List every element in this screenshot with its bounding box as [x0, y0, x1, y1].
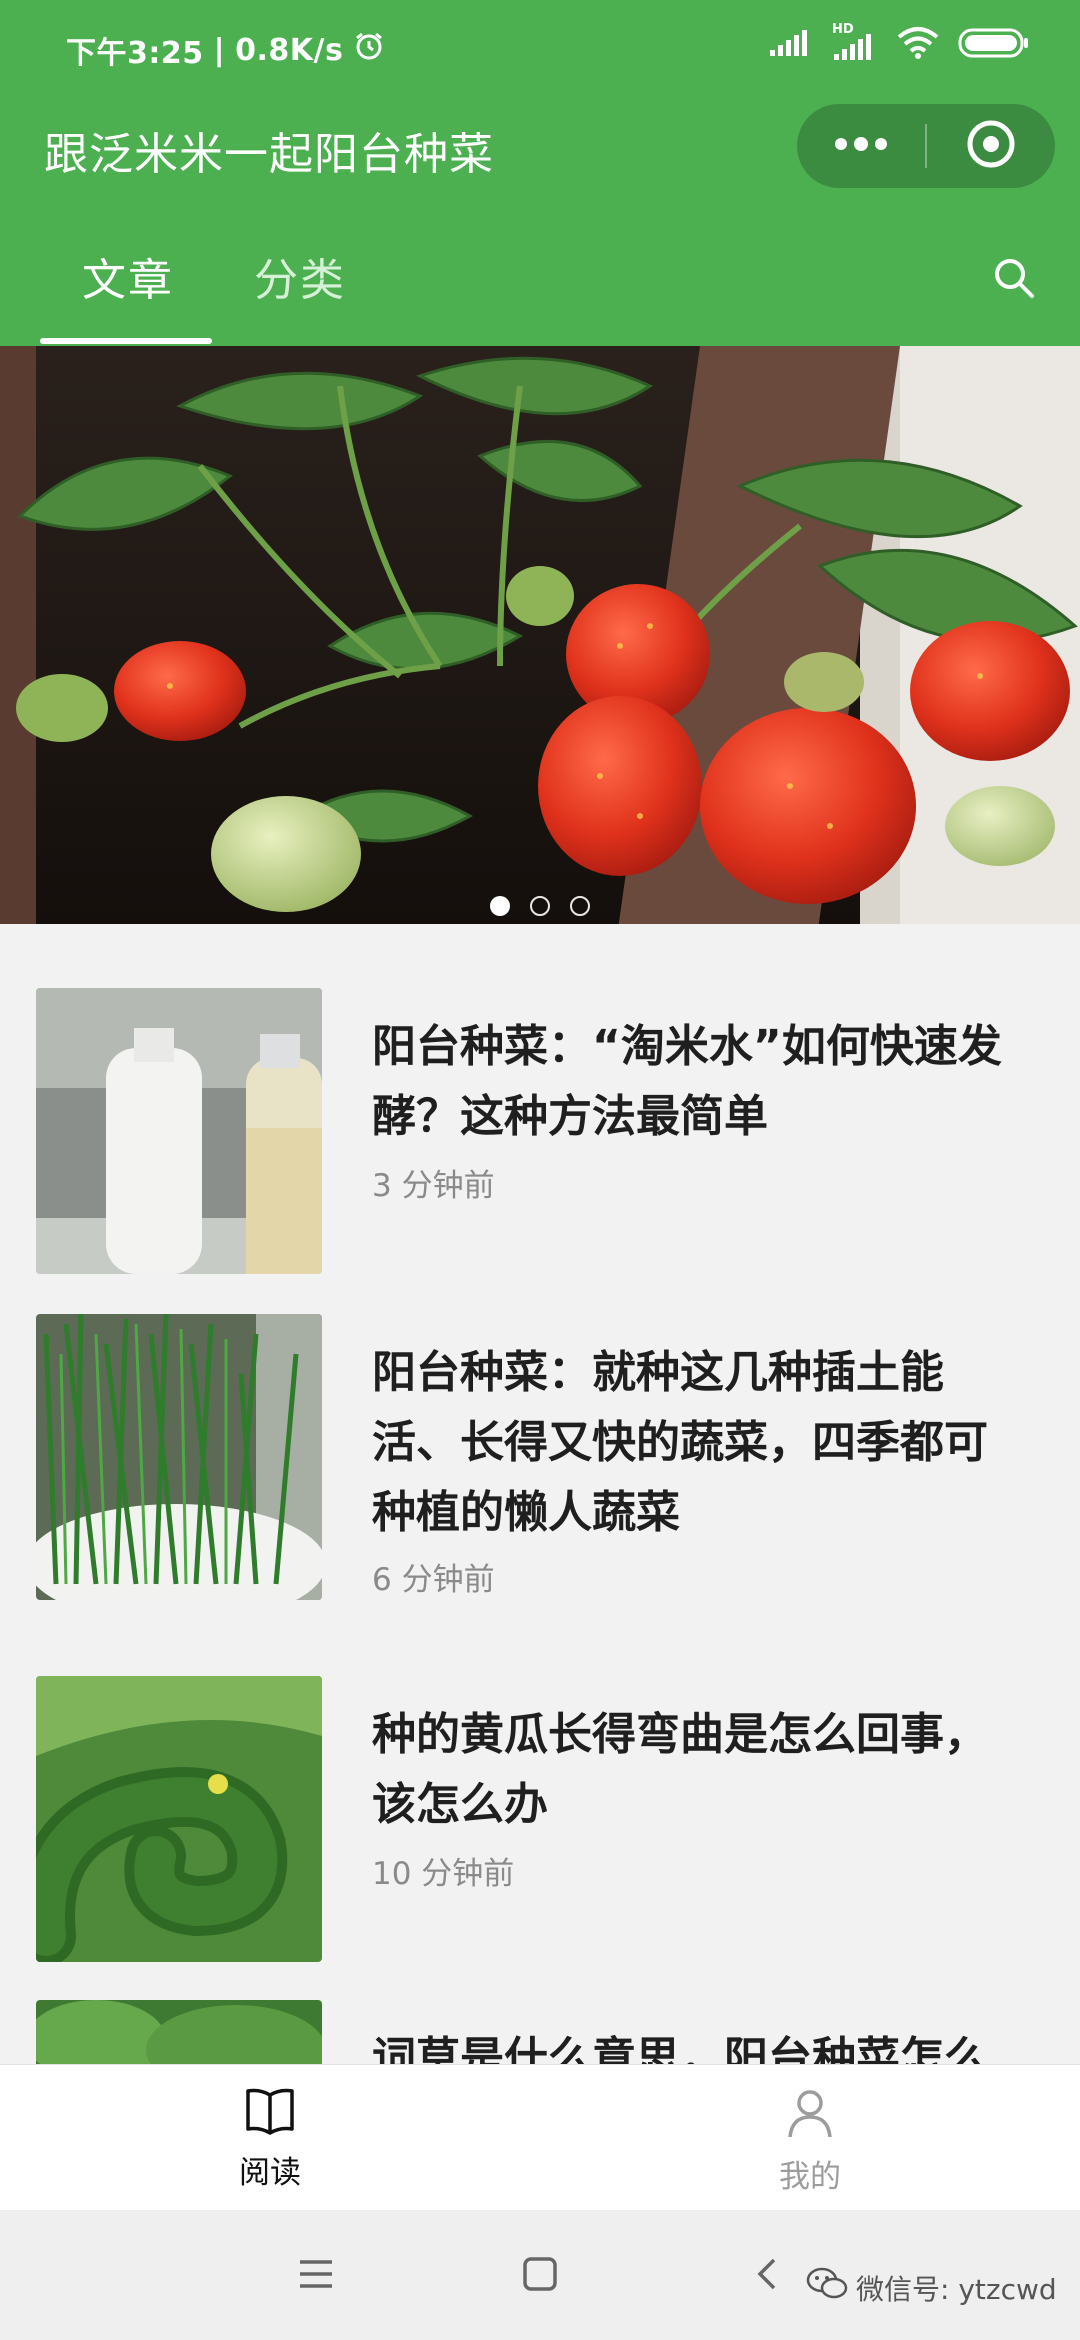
rice-water-bottles-photo [36, 988, 322, 1274]
article-thumbnail [36, 1676, 322, 1962]
battery-icon [958, 27, 1030, 63]
system-navigation-bar: 微信号: ytzcwd [0, 2210, 1080, 2340]
carousel-dot[interactable] [530, 896, 550, 916]
wifi-icon [896, 26, 940, 64]
home-button[interactable] [520, 2254, 560, 2298]
active-tab-indicator [40, 338, 212, 344]
back-button[interactable] [752, 2254, 784, 2298]
user-icon [784, 2090, 836, 2143]
article-title: 阳台种菜：就种这几种插土能活、长得又快的蔬菜，四季都可种植的懒人蔬菜 [372, 1347, 988, 1538]
close-button[interactable] [927, 104, 1055, 188]
article-title: 阳台种菜：“淘米水”如何快速发酵？这种方法最简单 [372, 1021, 1002, 1142]
carousel-dot[interactable] [570, 896, 590, 916]
bottom-tab-bar: 阅读 我的 [0, 2064, 1080, 2211]
watermark: 微信号: ytzcwd [806, 2266, 1057, 2309]
menu-button[interactable] [294, 2254, 338, 2298]
page-title: 跟泛米米一起阳台种菜 [44, 129, 494, 180]
home-square-icon [520, 2257, 560, 2298]
status-network-speed: 0.8K/s [235, 32, 344, 68]
leafy-greens-photo [36, 2000, 322, 2064]
article-time: 6 分钟前 [372, 1562, 495, 1598]
book-icon [244, 2088, 296, 2139]
article-time: 3 分钟前 [372, 1168, 495, 1204]
search-icon [990, 259, 1038, 306]
more-dots-icon [833, 136, 889, 156]
capsule-menu [797, 104, 1055, 188]
alarm-icon [353, 30, 385, 70]
status-bar: 下午3:25 | 0.8K/s HD [0, 0, 1080, 100]
tab-articles[interactable]: 文章 [82, 244, 174, 308]
article-title: 词草是什么意思，阳台种菜怎么 [372, 2033, 988, 2064]
more-button[interactable] [797, 104, 925, 188]
article-title: 种的黄瓜长得弯曲是怎么回事，该怎么办 [372, 1709, 988, 1830]
article-thumbnail [36, 988, 322, 1274]
list-item[interactable]: 词草是什么意思，阳台种菜怎么 [0, 2000, 1080, 2064]
search-button[interactable] [990, 254, 1046, 310]
watermark-text: 微信号: ytzcwd [856, 2272, 1057, 2306]
target-close-icon [965, 118, 1017, 174]
top-tabs: 文章 分类 [0, 196, 1080, 346]
carousel-indicator [0, 896, 1080, 916]
status-separator: | [213, 32, 226, 68]
article-thumbnail [36, 2000, 322, 2064]
list-item[interactable]: 种的黄瓜长得弯曲是怎么回事，该怎么办 10 分钟前 [0, 1676, 1080, 1976]
article-list: 阳台种菜：“淘米水”如何快速发酵？这种方法最简单 3 分钟前 阳台种菜：就种这几… [0, 924, 1080, 2064]
menu-icon [294, 2260, 338, 2298]
list-item[interactable]: 阳台种菜：就种这几种插土能活、长得又快的蔬菜，四季都可种植的懒人蔬菜 6 分钟前 [0, 1314, 1080, 1614]
article-thumbnail [36, 1314, 322, 1600]
strawberry-plant-photo [0, 346, 1080, 924]
status-left: 下午3:25 | 0.8K/s [66, 28, 385, 72]
green-onion-pot-photo [36, 1314, 322, 1600]
curled-cucumber-photo [36, 1676, 322, 1962]
tab-categories[interactable]: 分类 [254, 244, 346, 308]
status-right: HD [768, 22, 1030, 64]
hd-signal-icon: HD [830, 22, 878, 62]
mini-program-header: 跟泛米米一起阳台种菜 [0, 100, 1080, 196]
tab-mine[interactable]: 我的 [710, 2087, 910, 2196]
tab-read[interactable]: 阅读 [170, 2087, 370, 2192]
wechat-icon [806, 2266, 850, 2309]
list-item[interactable]: 阳台种菜：“淘米水”如何快速发酵？这种方法最简单 3 分钟前 [0, 988, 1080, 1288]
tab-mine-label: 我的 [779, 2159, 841, 2195]
tab-read-label: 阅读 [239, 2155, 301, 2191]
status-time: 下午3:25 [66, 36, 204, 71]
back-icon [752, 2258, 784, 2298]
banner-carousel[interactable] [0, 346, 1080, 924]
signal-icon [768, 28, 812, 62]
carousel-dot-active[interactable] [490, 896, 510, 916]
article-time: 10 分钟前 [372, 1856, 515, 1892]
